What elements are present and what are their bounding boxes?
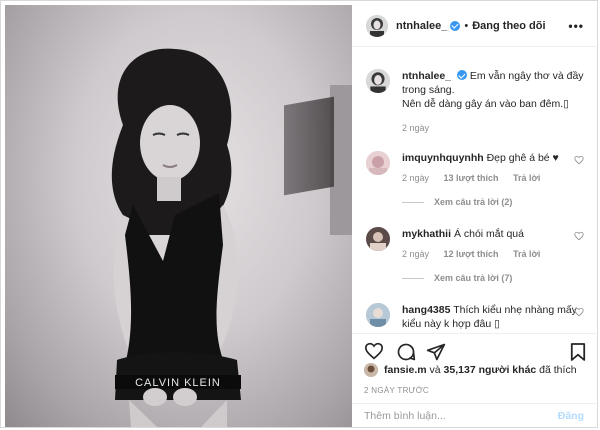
follow-status-button[interactable]: Đang theo dõi — [472, 20, 545, 32]
author-avatar[interactable] — [366, 14, 388, 37]
likes-suffix: đã thích — [539, 364, 577, 376]
liker-avatar[interactable] — [364, 363, 378, 377]
post-photo[interactable]: CALVIN KLEIN — [5, 5, 352, 427]
comment-likes[interactable]: 13 lượt thích — [444, 173, 499, 183]
likes-count[interactable]: 35,137 người khác — [444, 364, 537, 376]
commenter-avatar[interactable] — [366, 303, 390, 327]
post-comment-button[interactable]: Đăng — [558, 410, 584, 422]
comment-time[interactable]: 2 ngày — [402, 249, 429, 259]
photo-subject: CALVIN KLEIN — [111, 48, 241, 427]
comment-item: mykhathii Á chói mắt quá 2 ngày 12 lượt … — [366, 227, 586, 283]
verified-icon — [450, 20, 461, 31]
heart-icon[interactable] — [364, 342, 384, 360]
caption-time[interactable]: 2 ngày — [402, 123, 429, 133]
comment-item: hang4385 Thích kiểu nhẹ nhàng mấy kiểu n… — [366, 303, 586, 331]
reply-button[interactable]: Trả lời — [513, 173, 540, 183]
comment-username[interactable]: mykhathii — [402, 228, 451, 240]
comment-text: Á chói mắt quá — [453, 228, 524, 240]
comment-item: imquynhquynhh Đẹp ghê á bé ♥ 2 ngày 13 l… — [366, 151, 586, 207]
comment-time[interactable]: 2 ngày — [402, 173, 429, 183]
comment-likes[interactable]: 12 lượt thích — [444, 249, 499, 259]
post-timestamp[interactable]: 2 NGÀY TRƯỚC — [364, 386, 429, 395]
comments-list[interactable]: ntnhalee_ Em vẫn ngây thơ và đầy trong s… — [352, 55, 596, 333]
view-replies-button[interactable]: Xem câu trả lời (2) — [402, 197, 586, 207]
likes-connector: và — [429, 364, 441, 376]
likes-summary: fansie.m và 35,137 người khác đã thích — [364, 363, 577, 377]
share-icon[interactable] — [426, 342, 446, 362]
author-username[interactable]: ntnhalee_ — [396, 20, 447, 32]
like-comment-heart-icon[interactable] — [574, 155, 584, 165]
photo-print-text: CALVIN KLEIN — [135, 377, 221, 389]
liker-username[interactable]: fansie.m — [384, 364, 427, 376]
separator-dot: • — [464, 19, 469, 32]
post-details-panel: ntnhalee_ • Đang theo dõi ••• ntnhalee_ … — [352, 5, 596, 427]
comment-text: Đẹp ghê á bé ♥ — [486, 152, 559, 164]
verified-icon — [456, 70, 467, 80]
commenter-avatar[interactable] — [366, 227, 390, 251]
caption-author-avatar[interactable] — [366, 69, 390, 93]
like-comment-heart-icon[interactable] — [574, 307, 584, 317]
caption-text-line2: Nên dễ dàng gây án vào ban đêm.▯ — [402, 98, 569, 110]
like-comment-heart-icon[interactable] — [574, 231, 584, 241]
more-options-icon[interactable]: ••• — [568, 19, 584, 33]
view-replies-label: Xem câu trả lời (7) — [434, 273, 513, 283]
comment-input[interactable] — [364, 410, 534, 422]
replies-divider — [402, 277, 424, 279]
comment-username[interactable]: imquynhquynhh — [402, 152, 484, 164]
commenter-avatar[interactable] — [366, 151, 390, 175]
view-replies-button[interactable]: Xem câu trả lời (7) — [402, 273, 586, 283]
caption-username[interactable]: ntnhalee_ — [402, 70, 451, 82]
comment-icon[interactable] — [396, 342, 416, 362]
post-header: ntnhalee_ • Đang theo dõi ••• — [352, 5, 596, 47]
view-replies-label: Xem câu trả lời (2) — [434, 197, 513, 207]
add-comment-bar: Đăng — [352, 403, 596, 428]
caption: ntnhalee_ Em vẫn ngây thơ và đầy trong s… — [366, 69, 586, 133]
replies-divider — [402, 201, 424, 203]
instagram-post-window: CALVIN KLEIN ntnhalee_ • Đang theo dõi •… — [0, 0, 598, 428]
reply-button[interactable]: Trả lời — [513, 249, 540, 259]
bookmark-icon[interactable] — [570, 342, 586, 362]
comment-username[interactable]: hang4385 — [402, 304, 450, 316]
